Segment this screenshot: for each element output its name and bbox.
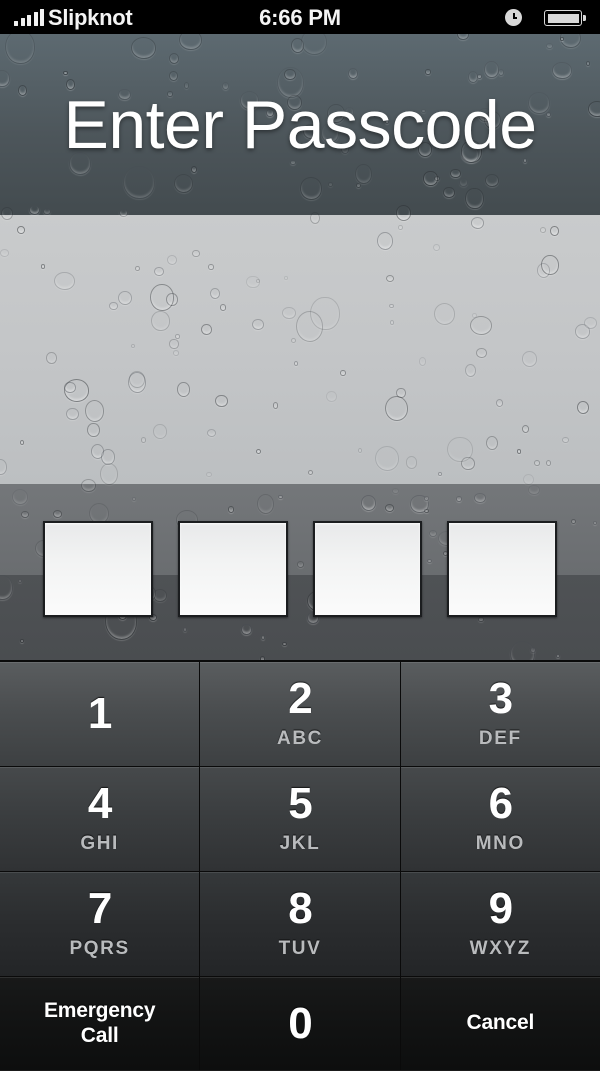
key-9[interactable]: 9 WXYZ bbox=[400, 872, 600, 976]
key-5-letters: JKL bbox=[279, 832, 321, 854]
key-5[interactable]: 5 JKL bbox=[200, 767, 401, 871]
key-7-letters: PQRS bbox=[69, 937, 130, 959]
key-6-digit: 6 bbox=[488, 778, 514, 828]
passcode-box-1[interactable] bbox=[43, 521, 153, 617]
key-9-letters: WXYZ bbox=[469, 937, 531, 959]
status-bar: Slipknot 6:66 PM bbox=[0, 0, 600, 34]
key-2-digit: 2 bbox=[288, 673, 313, 723]
key-3-digit: 3 bbox=[488, 673, 514, 723]
key-0-digit: 0 bbox=[288, 998, 313, 1048]
battery-icon bbox=[544, 10, 586, 26]
key-5-digit: 5 bbox=[288, 778, 313, 828]
key-8-digit: 8 bbox=[288, 883, 313, 933]
key-1[interactable]: 1 bbox=[0, 662, 201, 766]
key-4-digit: 4 bbox=[87, 778, 113, 828]
passcode-box-3[interactable] bbox=[312, 521, 423, 617]
key-2[interactable]: 2 ABC bbox=[200, 662, 401, 766]
key-2-letters: ABC bbox=[277, 727, 323, 749]
passcode-box-4[interactable] bbox=[447, 521, 557, 617]
passcode-keypad: 1 2 ABC 3 DEF 4 GHI 5 JKL 6 MNO 7 PQRS 8… bbox=[0, 660, 600, 1071]
alarm-clock-icon bbox=[505, 9, 522, 26]
key-8-letters: TUV bbox=[278, 937, 322, 959]
passcode-box-2[interactable] bbox=[177, 521, 288, 617]
emergency-call-line2: Call bbox=[80, 1023, 119, 1047]
keypad-row-4: Emergency Call 0 Cancel bbox=[0, 977, 600, 1070]
keypad-row-2: 4 GHI 5 JKL 6 MNO bbox=[0, 767, 600, 872]
key-3-letters: DEF bbox=[478, 727, 522, 749]
emergency-call-button[interactable]: Emergency Call bbox=[0, 977, 201, 1070]
key-3[interactable]: 3 DEF bbox=[400, 662, 600, 766]
lock-screen: Enter Passcode Slipknot 6:66 PM 1 2 ABC bbox=[0, 0, 600, 1071]
keypad-row-1: 1 2 ABC 3 DEF bbox=[0, 662, 600, 767]
page-title: Enter Passcode bbox=[63, 87, 537, 163]
key-8[interactable]: 8 TUV bbox=[200, 872, 401, 976]
emergency-call-label: Emergency Call bbox=[43, 999, 156, 1047]
key-1-digit: 1 bbox=[87, 689, 113, 738]
key-4-letters: GHI bbox=[80, 832, 119, 854]
key-4[interactable]: 4 GHI bbox=[0, 767, 201, 871]
key-0[interactable]: 0 bbox=[200, 977, 401, 1070]
keypad-row-3: 7 PQRS 8 TUV 9 WXYZ bbox=[0, 872, 600, 977]
key-6[interactable]: 6 MNO bbox=[400, 767, 600, 871]
key-9-digit: 9 bbox=[488, 883, 514, 933]
cancel-label: Cancel bbox=[466, 1011, 535, 1035]
wallpaper-band-light bbox=[0, 215, 600, 484]
key-7-digit: 7 bbox=[87, 883, 113, 933]
key-6-letters: MNO bbox=[475, 832, 525, 854]
emergency-call-line1: Emergency bbox=[43, 999, 156, 1023]
passcode-entry-field[interactable] bbox=[43, 521, 557, 617]
cancel-button[interactable]: Cancel bbox=[400, 977, 600, 1070]
key-7[interactable]: 7 PQRS bbox=[0, 872, 201, 976]
